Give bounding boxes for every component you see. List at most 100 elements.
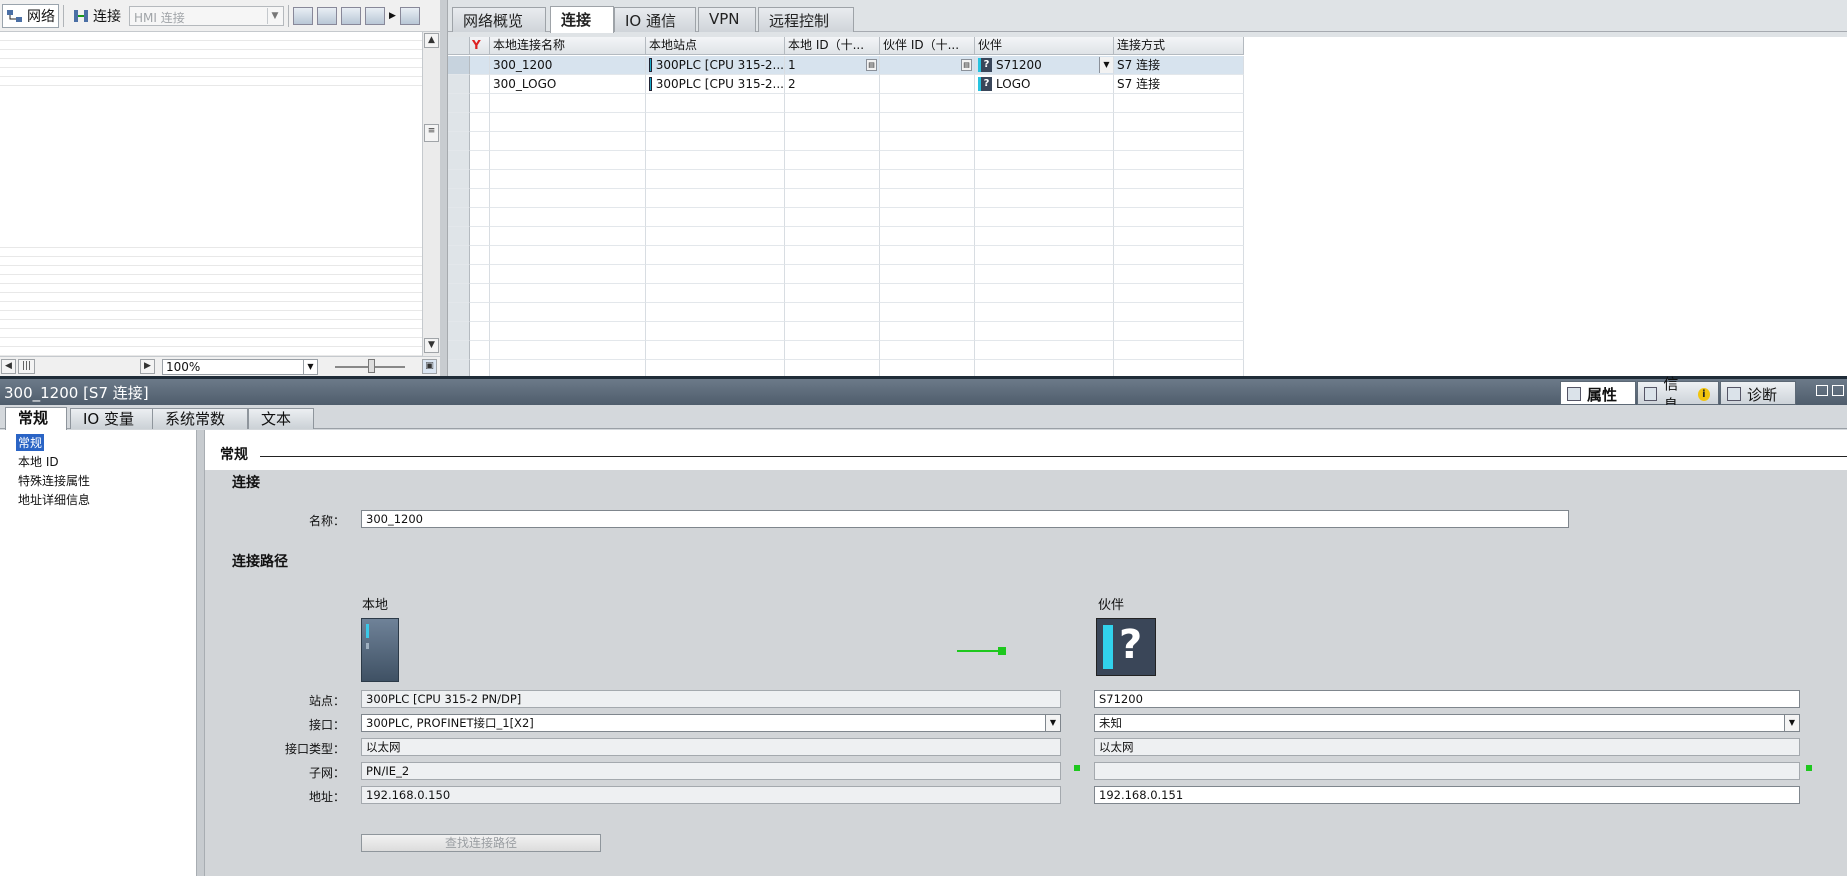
empty-cell[interactable] bbox=[1114, 227, 1244, 246]
empty-table-row[interactable] bbox=[448, 189, 1244, 208]
empty-table-row[interactable] bbox=[448, 322, 1244, 341]
empty-cell[interactable] bbox=[880, 265, 975, 284]
chevron-down-icon[interactable]: ▼ bbox=[1099, 57, 1113, 73]
empty-cell[interactable] bbox=[880, 132, 975, 151]
empty-cell[interactable] bbox=[470, 151, 490, 170]
empty-cell[interactable] bbox=[1114, 151, 1244, 170]
empty-cell[interactable] bbox=[975, 265, 1114, 284]
empty-cell[interactable] bbox=[785, 227, 880, 246]
scroll-left-icon[interactable]: ◀ bbox=[1, 359, 16, 374]
empty-cell[interactable] bbox=[975, 303, 1114, 322]
zoom-slider-knob[interactable] bbox=[368, 359, 375, 373]
empty-cell[interactable] bbox=[785, 170, 880, 189]
cell-name[interactable]: 300_LOGO bbox=[490, 75, 646, 94]
tab-texts[interactable]: 文本 bbox=[248, 408, 314, 429]
grid-icon[interactable] bbox=[365, 6, 385, 25]
nav-splitter[interactable] bbox=[197, 430, 205, 876]
tab-diagnostics[interactable]: 诊断 bbox=[1720, 381, 1796, 405]
empty-cell[interactable] bbox=[1114, 265, 1244, 284]
row-header[interactable] bbox=[448, 113, 470, 132]
empty-cell[interactable] bbox=[490, 189, 646, 208]
restore-window-icon[interactable] bbox=[1816, 385, 1828, 396]
scroll-thumb[interactable]: ≡ bbox=[424, 124, 439, 142]
empty-cell[interactable] bbox=[975, 113, 1114, 132]
overview-navigation-icon[interactable]: ▣ bbox=[422, 359, 437, 374]
tab-io-tags[interactable]: IO 变量 bbox=[70, 408, 154, 429]
row-header[interactable] bbox=[448, 75, 470, 94]
connection-name-field[interactable]: 300_1200 bbox=[361, 510, 1569, 528]
empty-cell[interactable] bbox=[975, 94, 1114, 113]
empty-cell[interactable] bbox=[975, 208, 1114, 227]
nav-item-special-properties[interactable]: 特殊连接属性 bbox=[16, 472, 92, 489]
row-header[interactable] bbox=[448, 227, 470, 246]
empty-cell[interactable] bbox=[880, 170, 975, 189]
empty-cell[interactable] bbox=[975, 227, 1114, 246]
empty-cell[interactable] bbox=[646, 94, 785, 113]
local-interface-select[interactable]: 300PLC, PROFINET接口_1[X2] ▼ bbox=[361, 714, 1061, 732]
tab-vpn[interactable]: VPN bbox=[698, 7, 756, 32]
empty-cell[interactable] bbox=[646, 189, 785, 208]
empty-cell[interactable] bbox=[880, 151, 975, 170]
connection-type-select[interactable]: HMI 连接 ▼ bbox=[129, 5, 284, 26]
zoom-select[interactable]: 100% ▼ bbox=[162, 359, 318, 375]
column-partner-id[interactable]: 伙伴 ID（十... bbox=[880, 37, 975, 55]
row-header[interactable] bbox=[448, 170, 470, 189]
empty-cell[interactable] bbox=[880, 284, 975, 303]
empty-cell[interactable] bbox=[785, 322, 880, 341]
cell-name[interactable]: 300_1200 bbox=[490, 56, 646, 75]
row-header[interactable] bbox=[448, 56, 470, 75]
empty-cell[interactable] bbox=[880, 208, 975, 227]
empty-cell[interactable] bbox=[1114, 322, 1244, 341]
row-header[interactable] bbox=[448, 151, 470, 170]
cell-station[interactable]: 300PLC [CPU 315-2... bbox=[646, 56, 785, 75]
empty-cell[interactable] bbox=[646, 227, 785, 246]
empty-table-row[interactable] bbox=[448, 246, 1244, 265]
tab-io-communication[interactable]: IO 通信 bbox=[614, 7, 696, 32]
empty-cell[interactable] bbox=[1114, 246, 1244, 265]
empty-cell[interactable] bbox=[646, 170, 785, 189]
empty-cell[interactable] bbox=[785, 284, 880, 303]
empty-cell[interactable] bbox=[785, 208, 880, 227]
empty-cell[interactable] bbox=[490, 151, 646, 170]
empty-cell[interactable] bbox=[975, 341, 1114, 360]
empty-table-row[interactable] bbox=[448, 113, 1244, 132]
empty-cell[interactable] bbox=[490, 284, 646, 303]
empty-cell[interactable] bbox=[490, 265, 646, 284]
partner-interface-select[interactable]: 未知 ▼ bbox=[1094, 714, 1800, 732]
scroll-right-icon[interactable]: ▶ bbox=[140, 359, 155, 374]
row-header[interactable] bbox=[448, 341, 470, 360]
empty-cell[interactable] bbox=[490, 322, 646, 341]
row-header[interactable] bbox=[448, 208, 470, 227]
empty-cell[interactable] bbox=[785, 189, 880, 208]
empty-cell[interactable] bbox=[490, 94, 646, 113]
empty-cell[interactable] bbox=[646, 246, 785, 265]
empty-table-row[interactable] bbox=[448, 265, 1244, 284]
empty-cell[interactable] bbox=[470, 170, 490, 189]
column-connection-type[interactable]: 连接方式 bbox=[1114, 37, 1244, 55]
empty-cell[interactable] bbox=[1114, 284, 1244, 303]
empty-cell[interactable] bbox=[490, 303, 646, 322]
nav-item-local-id[interactable]: 本地 ID bbox=[16, 453, 61, 470]
empty-cell[interactable] bbox=[880, 246, 975, 265]
hex-edit-icon[interactable]: ▤ bbox=[961, 59, 972, 71]
table-row[interactable]: 300_1200 300PLC [CPU 315-2... 1 ▤ ▤ ? S712… bbox=[448, 56, 1244, 75]
connection-mode-button[interactable]: 连接 bbox=[68, 4, 125, 28]
empty-cell[interactable] bbox=[470, 246, 490, 265]
empty-cell[interactable] bbox=[646, 113, 785, 132]
tab-info[interactable]: 信息 i bbox=[1637, 375, 1719, 414]
cell-type[interactable]: S7 连接 bbox=[1114, 56, 1244, 75]
cell-type[interactable]: S7 连接 bbox=[1114, 75, 1244, 94]
empty-cell[interactable] bbox=[1114, 94, 1244, 113]
empty-table-row[interactable] bbox=[448, 227, 1244, 246]
cell-partner[interactable]: ? LOGO bbox=[975, 75, 1114, 94]
nav-item-address-details[interactable]: 地址详细信息 bbox=[16, 491, 92, 508]
empty-cell[interactable] bbox=[880, 94, 975, 113]
empty-table-row[interactable] bbox=[448, 170, 1244, 189]
row-header[interactable] bbox=[448, 303, 470, 322]
empty-cell[interactable] bbox=[490, 208, 646, 227]
empty-table-row[interactable] bbox=[448, 303, 1244, 322]
cell-local-id[interactable]: 1 ▤ bbox=[785, 56, 880, 75]
tab-system-constants[interactable]: 系统常数 bbox=[152, 408, 248, 429]
overview-icon[interactable] bbox=[399, 6, 420, 25]
empty-cell[interactable] bbox=[470, 189, 490, 208]
